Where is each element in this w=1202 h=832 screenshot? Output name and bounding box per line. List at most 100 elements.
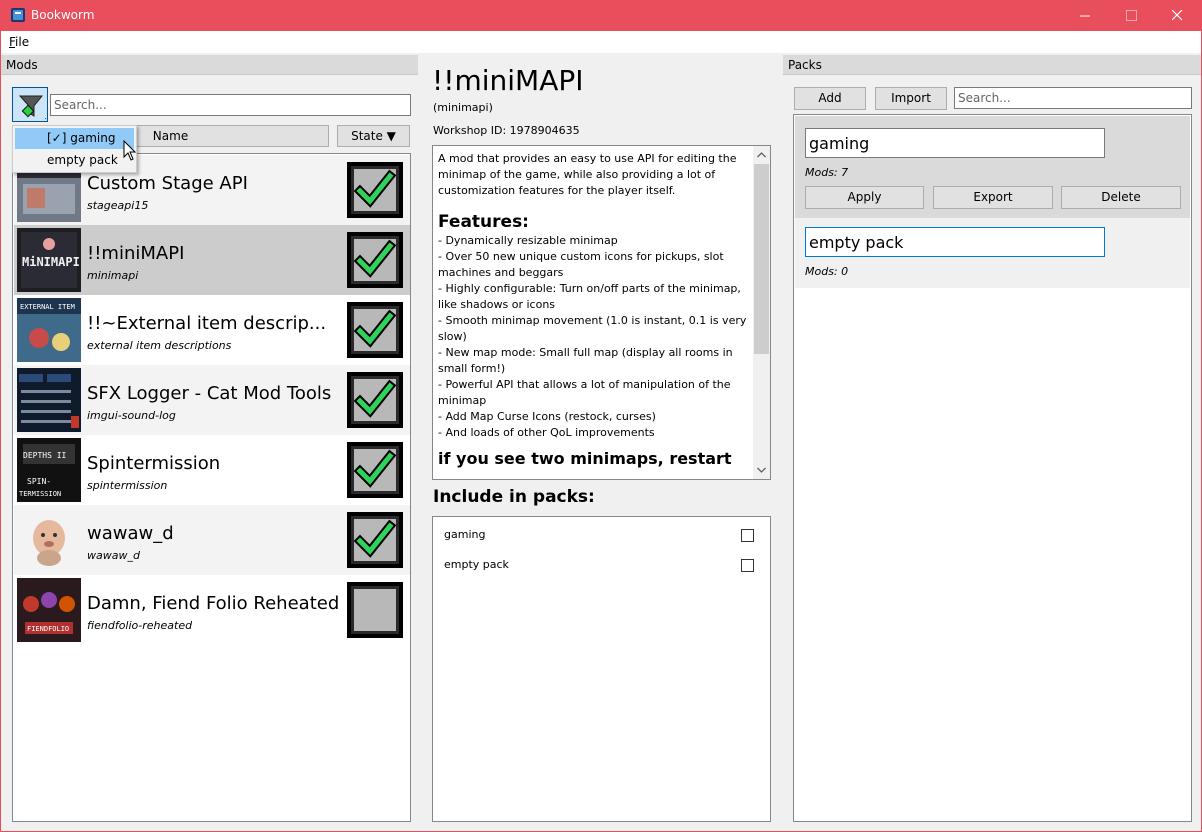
include-pack-checkbox[interactable] bbox=[741, 559, 754, 572]
popup-item-label: empty pack bbox=[47, 153, 118, 167]
popup-item-empty-pack[interactable]: empty pack bbox=[15, 150, 134, 171]
close-button[interactable] bbox=[1155, 0, 1201, 31]
enabled-checkmark-icon bbox=[347, 302, 403, 358]
mod-state-toggle[interactable] bbox=[345, 580, 405, 640]
mod-description[interactable]: A mod that provides an easy to use API f… bbox=[432, 145, 771, 480]
close-icon bbox=[1172, 10, 1183, 21]
sfx-logger-thumbnail bbox=[17, 368, 81, 432]
mod-name: wawaw_d bbox=[87, 523, 174, 544]
mod-state-toggle[interactable] bbox=[345, 440, 405, 500]
description-scrollbar[interactable] bbox=[753, 146, 770, 479]
enabled-checkmark-icon bbox=[347, 162, 403, 218]
mod-row[interactable]: FIENDFOLIO Damn, Fiend Folio Reheated fi… bbox=[14, 575, 410, 645]
pack-card[interactable]: Mods: 7 Apply Export Delete bbox=[795, 116, 1190, 218]
enabled-checkmark-icon bbox=[347, 372, 403, 428]
mod-row[interactable]: DEPTHS II SPIN- TERMISSION Spintermission … bbox=[14, 435, 410, 505]
pack-name-input[interactable] bbox=[805, 128, 1105, 158]
svg-text:SPIN-: SPIN- bbox=[27, 477, 51, 486]
description-tail-heading: if you see two minimaps, restart bbox=[438, 449, 732, 468]
external-item-descriptions-thumbnail: EXTERNAL ITEM bbox=[17, 298, 81, 362]
include-pack-name: gaming bbox=[444, 528, 486, 541]
scroll-thumb[interactable] bbox=[754, 164, 769, 354]
mod-row[interactable]: SFX Logger - Cat Mod Tools imgui-sound-l… bbox=[14, 365, 410, 435]
mod-state-toggle[interactable] bbox=[345, 300, 405, 360]
disabled-empty-box-icon bbox=[347, 582, 403, 638]
mod-state-toggle[interactable] bbox=[345, 230, 405, 290]
mod-id: minimapi bbox=[87, 269, 139, 282]
maximize-button[interactable] bbox=[1109, 0, 1155, 31]
feature-item: - Smooth minimap movement (1.0 is instan… bbox=[438, 314, 747, 343]
mod-name: Damn, Fiend Folio Reheated bbox=[87, 593, 340, 614]
mod-row[interactable]: wawaw_d wawaw_d bbox=[14, 505, 410, 575]
mod-detail-id: (minimapi) bbox=[433, 101, 493, 114]
app-window: Bookworm File Mods Name State ▼ API Cu bbox=[1, 0, 1201, 831]
svg-text:FIENDFOLIO: FIENDFOLIO bbox=[27, 625, 69, 633]
scroll-up-icon[interactable] bbox=[757, 151, 766, 160]
mods-search-input[interactable] bbox=[50, 94, 411, 116]
mod-id: imgui-sound-log bbox=[87, 409, 176, 422]
mod-state-toggle[interactable] bbox=[345, 370, 405, 430]
svg-text:EXTERNAL ITEM: EXTERNAL ITEM bbox=[20, 303, 75, 311]
mouse-cursor-icon bbox=[123, 139, 137, 165]
mod-row[interactable]: MiNIMAPI !!miniMAPI minimapi bbox=[14, 225, 410, 295]
minimize-button[interactable] bbox=[1063, 0, 1109, 31]
title-bar: Bookworm bbox=[1, 0, 1201, 31]
description-intro: A mod that provides an easy to use API f… bbox=[438, 152, 737, 197]
pack-list: Mods: 7 Apply Export Delete Mods: 0 bbox=[793, 114, 1192, 822]
packs-panel-header: Packs bbox=[783, 55, 1201, 75]
enabled-checkmark-icon bbox=[347, 232, 403, 288]
include-pack-name: empty pack bbox=[444, 558, 509, 571]
enabled-checkmark-icon bbox=[347, 442, 403, 498]
mod-state-toggle[interactable] bbox=[345, 510, 405, 570]
pack-mod-count: Mods: 0 bbox=[805, 265, 849, 278]
svg-text:MiNIMAPI: MiNIMAPI bbox=[22, 255, 80, 269]
book-icon bbox=[10, 7, 26, 23]
apply-pack-button[interactable]: Apply bbox=[805, 186, 924, 209]
scroll-down-icon[interactable] bbox=[757, 465, 766, 474]
maximize-icon bbox=[1126, 10, 1137, 21]
popup-item-label: [✓] gaming bbox=[47, 131, 116, 145]
state-column-header[interactable]: State ▼ bbox=[337, 125, 410, 147]
pack-filter-button[interactable] bbox=[12, 87, 48, 122]
mod-id: wawaw_d bbox=[87, 549, 140, 562]
minimize-icon bbox=[1080, 15, 1090, 17]
mod-name: Custom Stage API bbox=[87, 173, 248, 194]
svg-text:TERMISSION: TERMISSION bbox=[19, 490, 61, 498]
fiend-folio-thumbnail: FIENDFOLIO bbox=[17, 578, 81, 642]
filter-icon bbox=[18, 95, 46, 120]
mod-id: external item descriptions bbox=[87, 339, 232, 352]
pack-card[interactable]: Mods: 0 bbox=[795, 218, 1190, 288]
window-title: Bookworm bbox=[31, 8, 95, 22]
feature-item: - Over 50 new unique custom icons for pi… bbox=[438, 250, 724, 279]
add-pack-button[interactable]: Add bbox=[794, 87, 866, 110]
export-pack-button[interactable]: Export bbox=[933, 186, 1053, 209]
mod-list: API Custom Stage API stageapi15 MiNIMAPI… bbox=[12, 153, 411, 822]
delete-pack-button[interactable]: Delete bbox=[1061, 186, 1181, 209]
menu-file[interactable]: File bbox=[9, 35, 29, 49]
spintermission-thumbnail: DEPTHS II SPIN- TERMISSION bbox=[17, 438, 81, 502]
feature-item: - Dynamically resizable minimap bbox=[438, 234, 618, 247]
popup-item-gaming[interactable]: [✓] gaming bbox=[15, 128, 134, 149]
mod-name: !!miniMAPI bbox=[87, 243, 185, 264]
mod-name: !!~External item descrip... bbox=[87, 313, 327, 334]
enabled-checkmark-icon bbox=[347, 512, 403, 568]
include-packs-list: gaming empty pack bbox=[432, 516, 771, 822]
feature-item: - Powerful API that allows a lot of mani… bbox=[438, 378, 731, 407]
packs-search-input[interactable] bbox=[954, 87, 1192, 109]
mod-id: fiendfolio-reheated bbox=[87, 619, 193, 632]
mod-state-toggle[interactable] bbox=[345, 160, 405, 220]
feature-item: - Add Map Curse Icons (restock, curses) bbox=[438, 410, 656, 423]
description-content: A mod that provides an easy to use API f… bbox=[438, 151, 748, 467]
features-heading: Features: bbox=[438, 212, 529, 232]
include-in-packs-label: Include in packs: bbox=[433, 487, 595, 507]
mod-name: Spintermission bbox=[87, 453, 221, 474]
pack-name-input[interactable] bbox=[805, 227, 1105, 257]
import-pack-button[interactable]: Import bbox=[875, 87, 947, 110]
include-pack-row[interactable]: empty pack bbox=[444, 558, 764, 578]
svg-text:DEPTHS II: DEPTHS II bbox=[23, 451, 67, 460]
mod-row[interactable]: EXTERNAL ITEM !!~External item descrip..… bbox=[14, 295, 410, 365]
wawaw-d-thumbnail bbox=[17, 508, 81, 572]
pack-filter-popup: [✓] gaming empty pack bbox=[12, 125, 137, 173]
include-pack-row[interactable]: gaming bbox=[444, 528, 764, 548]
include-pack-checkbox[interactable] bbox=[741, 529, 754, 542]
